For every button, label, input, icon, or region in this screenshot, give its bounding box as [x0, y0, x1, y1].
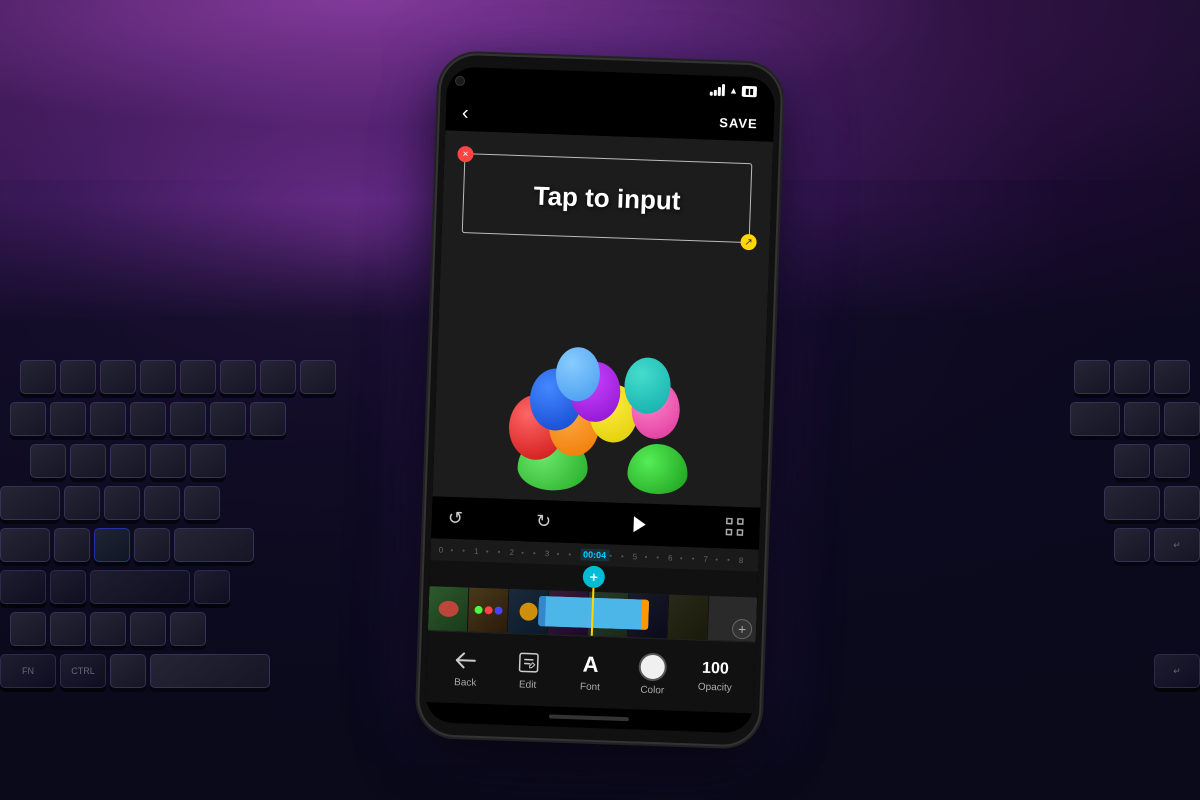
bottom-toolbar: Back Edit A Font: [425, 630, 755, 713]
close-handle[interactable]: ×: [457, 146, 474, 163]
toolbar-color-button[interactable]: Color: [627, 652, 678, 697]
toolbar-back-button[interactable]: Back: [440, 647, 491, 690]
playhead: +: [581, 566, 605, 637]
back-label: Back: [454, 677, 477, 689]
signal-icon: [710, 84, 725, 97]
battery-icon: ▮▮: [742, 85, 757, 97]
edit-label: Edit: [519, 679, 537, 691]
fullscreen-button[interactable]: [725, 517, 744, 539]
color-label: Color: [640, 685, 664, 697]
toolbar-edit-button[interactable]: Edit: [502, 649, 553, 692]
status-icons: ▲ ▮▮: [710, 84, 757, 98]
font-icon: A: [577, 651, 604, 678]
play-icon: [633, 516, 646, 532]
phone-screen: ▲ ▮▮ ‹ SAVE: [425, 66, 776, 733]
wifi-icon: ▲: [729, 85, 738, 95]
track-right-handle[interactable]: [641, 600, 649, 630]
redo-button[interactable]: ↻: [536, 510, 552, 532]
back-button[interactable]: ‹: [462, 102, 469, 125]
play-button[interactable]: [624, 510, 653, 539]
playhead-plus-icon: +: [589, 570, 598, 584]
keyboard-right: ↵ ↵: [880, 360, 1200, 740]
text-overlay-box[interactable]: × Tap to input ↗: [462, 153, 753, 243]
opacity-label: Opacity: [698, 682, 732, 694]
overlay-text[interactable]: Tap to input: [533, 180, 681, 216]
color-circle: [639, 653, 668, 682]
playhead-line: [591, 588, 595, 636]
opacity-value: 100: [702, 660, 729, 679]
current-time-display: 00:04: [580, 548, 609, 561]
phone-body: ▲ ▮▮ ‹ SAVE: [418, 54, 782, 745]
edit-icon: [515, 649, 542, 676]
home-bar: [549, 714, 629, 721]
balloons-cluster: [497, 329, 702, 496]
timeline: 0 • • 1 • • 2 • • 3 • • 00:04 •: [428, 538, 759, 641]
add-track-button[interactable]: +: [732, 619, 753, 640]
undo-button[interactable]: ↺: [447, 507, 463, 529]
toolbar-opacity-button[interactable]: 100 Opacity: [690, 659, 741, 694]
back-icon: [453, 647, 480, 674]
playhead-circle: +: [582, 566, 605, 589]
track-area[interactable]: +: [428, 560, 758, 641]
toolbar-font-button[interactable]: A Font: [565, 651, 616, 694]
font-label: Font: [580, 681, 600, 693]
camera-notch: [455, 76, 465, 86]
save-button[interactable]: SAVE: [719, 115, 758, 131]
video-preview[interactable]: × Tap to input ↗: [433, 130, 774, 507]
phone: ▲ ▮▮ ‹ SAVE: [418, 54, 782, 745]
